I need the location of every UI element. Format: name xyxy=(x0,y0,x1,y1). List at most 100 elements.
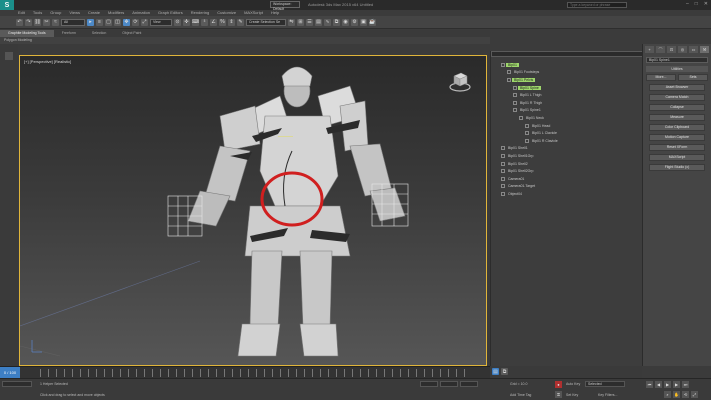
camera-match-button[interactable]: Camera Match xyxy=(649,94,705,101)
angle-snap-icon[interactable]: ∠ xyxy=(210,18,217,26)
pivot-center-icon[interactable]: ⊙ xyxy=(174,18,181,26)
snap-toggle-icon[interactable]: ³ xyxy=(201,18,208,26)
selection-filter-select[interactable]: All xyxy=(61,18,85,26)
mirror-icon[interactable]: ⇋ xyxy=(288,18,295,26)
key-filters-button[interactable]: Key Filters... xyxy=(598,393,617,397)
motion-capture-button[interactable]: Motion Capture xyxy=(649,134,705,141)
visibility-icon[interactable] xyxy=(501,191,505,196)
perspective-viewport[interactable]: [+] [Perspective] [Realistic] ——— xyxy=(19,55,487,366)
measure-button[interactable]: Measure xyxy=(649,114,705,121)
zoom-icon[interactable]: ⌕ xyxy=(664,391,671,398)
time-slider[interactable]: 0 / 100 xyxy=(0,366,490,378)
prev-frame-icon[interactable]: ◀ xyxy=(655,381,662,388)
maxscript-button[interactable]: MAXScript xyxy=(649,154,705,161)
render-production-icon[interactable]: ☕ xyxy=(369,18,376,26)
add-time-tag-button[interactable]: Add Time Tag xyxy=(510,393,531,397)
scene-tree-row[interactable]: Bip01 Pelvis xyxy=(491,76,643,84)
more-button[interactable]: More... xyxy=(646,74,676,81)
undo-icon[interactable]: ↶ xyxy=(16,18,23,26)
visibility-icon[interactable] xyxy=(513,93,517,98)
display-tab-icon[interactable]: ▭ xyxy=(689,46,698,53)
viewport-layout-icon[interactable] xyxy=(5,52,13,60)
scene-tree-row[interactable]: Bip01 Shell2Grp xyxy=(491,167,643,175)
align-icon[interactable]: ⊞ xyxy=(297,18,304,26)
coordinate-field[interactable] xyxy=(440,381,458,387)
collapse-button[interactable]: Collapse xyxy=(649,104,705,111)
tab-selection[interactable]: Selection xyxy=(84,30,114,37)
bind-spacewarp-icon[interactable]: ≈ xyxy=(52,18,59,26)
motion-tab-icon[interactable]: ◎ xyxy=(678,46,687,53)
visibility-icon[interactable] xyxy=(501,153,505,158)
rendered-frame-icon[interactable]: ▣ xyxy=(360,18,367,26)
tab-freeform[interactable]: Freeform xyxy=(54,30,84,37)
set-key-icon[interactable]: ⚿ xyxy=(555,391,562,398)
select-by-name-icon[interactable]: ≡ xyxy=(96,18,103,26)
scene-tree-row[interactable]: Bip01 Spine1 xyxy=(491,107,643,115)
flight-studio-button[interactable]: Flight Studio (c) xyxy=(649,164,705,171)
scene-search-input[interactable] xyxy=(491,51,643,57)
scene-tree-row[interactable]: Bip01 Footsteps xyxy=(491,69,643,77)
scene-tree-row[interactable]: Bip01 xyxy=(491,61,643,69)
link-icon[interactable]: ⛓ xyxy=(34,18,41,26)
visibility-icon[interactable] xyxy=(513,108,517,113)
reset-xform-button[interactable]: Reset XForm xyxy=(649,144,705,151)
sets-button[interactable]: Sets xyxy=(678,74,708,81)
scene-tree-row[interactable]: Camera01 xyxy=(491,175,643,183)
play-icon[interactable]: ▶ xyxy=(664,381,671,388)
create-tab-icon[interactable]: + xyxy=(645,46,654,53)
visibility-icon[interactable] xyxy=(513,85,517,90)
visibility-icon[interactable] xyxy=(525,138,529,143)
scene-tree-row[interactable]: Bip01 Shell2 xyxy=(491,160,643,168)
orbit-icon[interactable]: ⟲ xyxy=(682,391,689,398)
ribbon-panel-polygon-modeling[interactable]: Polygon Modeling xyxy=(0,37,490,44)
rotate-icon[interactable]: ⟳ xyxy=(132,18,139,26)
coordinate-field[interactable] xyxy=(420,381,438,387)
curve-editor-icon[interactable]: ∿ xyxy=(324,18,331,26)
workspace-select[interactable]: Workspace: Default xyxy=(270,1,300,11)
graphite-toggle-icon[interactable]: ▤ xyxy=(315,18,322,26)
scene-tree-row[interactable]: Bip01 L Thigh xyxy=(491,91,643,99)
scene-tree-row[interactable]: Bip01 Shell1Grp xyxy=(491,152,643,160)
utilities-tab-icon[interactable]: ⚒ xyxy=(700,46,709,53)
unlink-icon[interactable]: ✂ xyxy=(43,18,50,26)
visibility-icon[interactable] xyxy=(513,100,517,105)
scene-tree-row[interactable]: Bip01 Spine xyxy=(491,84,643,92)
tab-object-paint[interactable]: Object Paint xyxy=(114,30,149,37)
explorer-layer-icon[interactable]: ⧉ xyxy=(501,368,508,375)
hierarchy-tab-icon[interactable]: ⊡ xyxy=(667,46,676,53)
viewport-label[interactable]: [+] [Perspective] [Realistic] xyxy=(24,59,71,64)
move-icon[interactable]: ✥ xyxy=(123,18,130,26)
coordinate-field[interactable] xyxy=(460,381,478,387)
next-frame-icon[interactable]: ▶ xyxy=(673,381,680,388)
scene-tree-row[interactable]: Bip01 Shell1 xyxy=(491,145,643,153)
auto-key-button[interactable]: Auto Key xyxy=(566,382,580,386)
select-object-icon[interactable]: ▸ xyxy=(87,18,94,26)
scene-tree-row[interactable]: Object04 xyxy=(491,190,643,198)
set-key-button[interactable]: Set Key xyxy=(566,393,578,397)
visibility-icon[interactable] xyxy=(501,169,505,174)
visibility-icon[interactable] xyxy=(507,77,511,82)
scene-tree-row[interactable]: Bip01 Neck xyxy=(491,114,643,122)
visibility-icon[interactable] xyxy=(501,176,505,181)
schematic-view-icon[interactable]: ⧉ xyxy=(333,18,340,26)
minimize-icon[interactable]: – xyxy=(686,1,689,7)
visibility-icon[interactable] xyxy=(525,123,529,128)
percent-snap-icon[interactable]: % xyxy=(219,18,226,26)
close-icon[interactable]: ✕ xyxy=(704,1,708,7)
select-manipulate-icon[interactable]: ✜ xyxy=(183,18,190,26)
layer-manager-icon[interactable]: ☰ xyxy=(306,18,313,26)
visibility-icon[interactable] xyxy=(501,62,505,67)
go-to-start-icon[interactable]: ⏮ xyxy=(646,381,653,388)
scene-tree-row[interactable]: Camera01.Target xyxy=(491,183,643,191)
reference-coordinate-select[interactable]: View xyxy=(150,18,172,26)
color-clipboard-button[interactable]: Color Clipboard xyxy=(649,124,705,131)
time-slider-thumb[interactable]: 0 / 100 xyxy=(0,367,20,378)
search-input[interactable]: Type a keyword or phrase xyxy=(567,2,627,8)
window-crossing-icon[interactable]: ◫ xyxy=(114,18,121,26)
scene-tree-row[interactable]: Bip01 R Clavicle xyxy=(491,137,643,145)
visibility-icon[interactable] xyxy=(501,146,505,151)
render-setup-icon[interactable]: ⚙ xyxy=(351,18,358,26)
visibility-icon[interactable] xyxy=(519,115,523,120)
maxscript-listener-field[interactable] xyxy=(2,381,32,387)
modify-tab-icon[interactable]: ⌒ xyxy=(656,46,665,53)
